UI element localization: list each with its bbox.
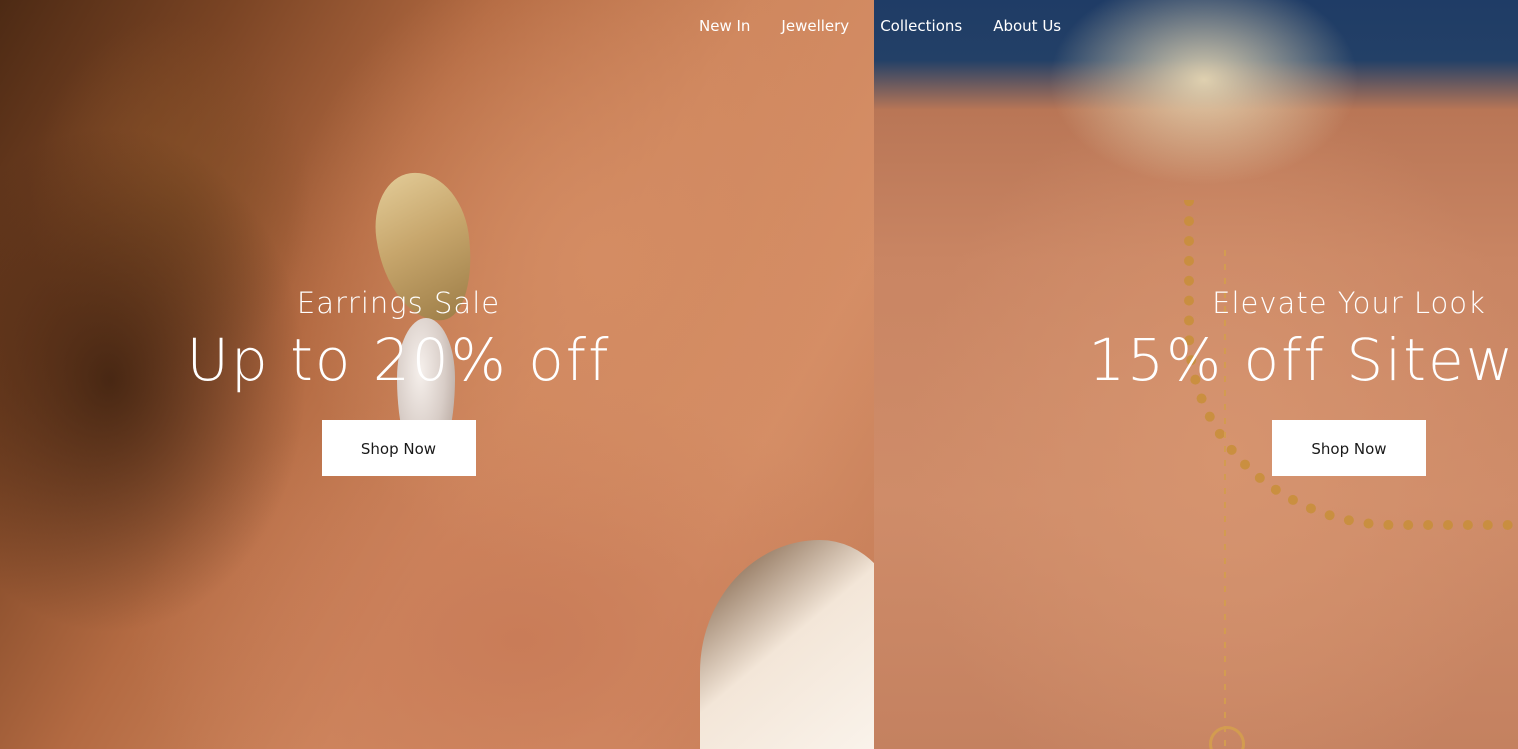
hero-page: New In Jewellery Collections About Us Ea… <box>0 0 1518 749</box>
nav-item-about-us[interactable]: About Us <box>993 14 1061 38</box>
hero-slide-sitewide: Elevate Your Look 15% off Sitewide Shop … <box>874 0 1518 749</box>
hero-slide-earrings: Earrings Sale Up to 20% off Shop Now <box>0 0 874 749</box>
slide-eyebrow: Earrings Sale <box>296 286 501 320</box>
slide-eyebrow: Elevate Your Look <box>1212 286 1486 320</box>
main-nav: New In Jewellery Collections About Us <box>699 14 1061 38</box>
nav-item-collections[interactable]: Collections <box>880 14 962 38</box>
pendant-image <box>1209 726 1245 749</box>
slide-headline: Up to 20% off <box>186 326 611 394</box>
shop-now-button[interactable]: Shop Now <box>1272 420 1426 476</box>
slide-headline: 15% off Sitewide <box>1088 326 1518 394</box>
slide-content: Earrings Sale Up to 20% off Shop Now <box>0 286 797 476</box>
shop-now-button[interactable]: Shop Now <box>321 420 476 476</box>
nav-item-new-in[interactable]: New In <box>699 14 750 38</box>
shoulder-image <box>700 540 874 749</box>
slide-content: Elevate Your Look 15% off Sitewide Shop … <box>1074 286 1518 476</box>
nav-item-jewellery[interactable]: Jewellery <box>781 14 849 38</box>
